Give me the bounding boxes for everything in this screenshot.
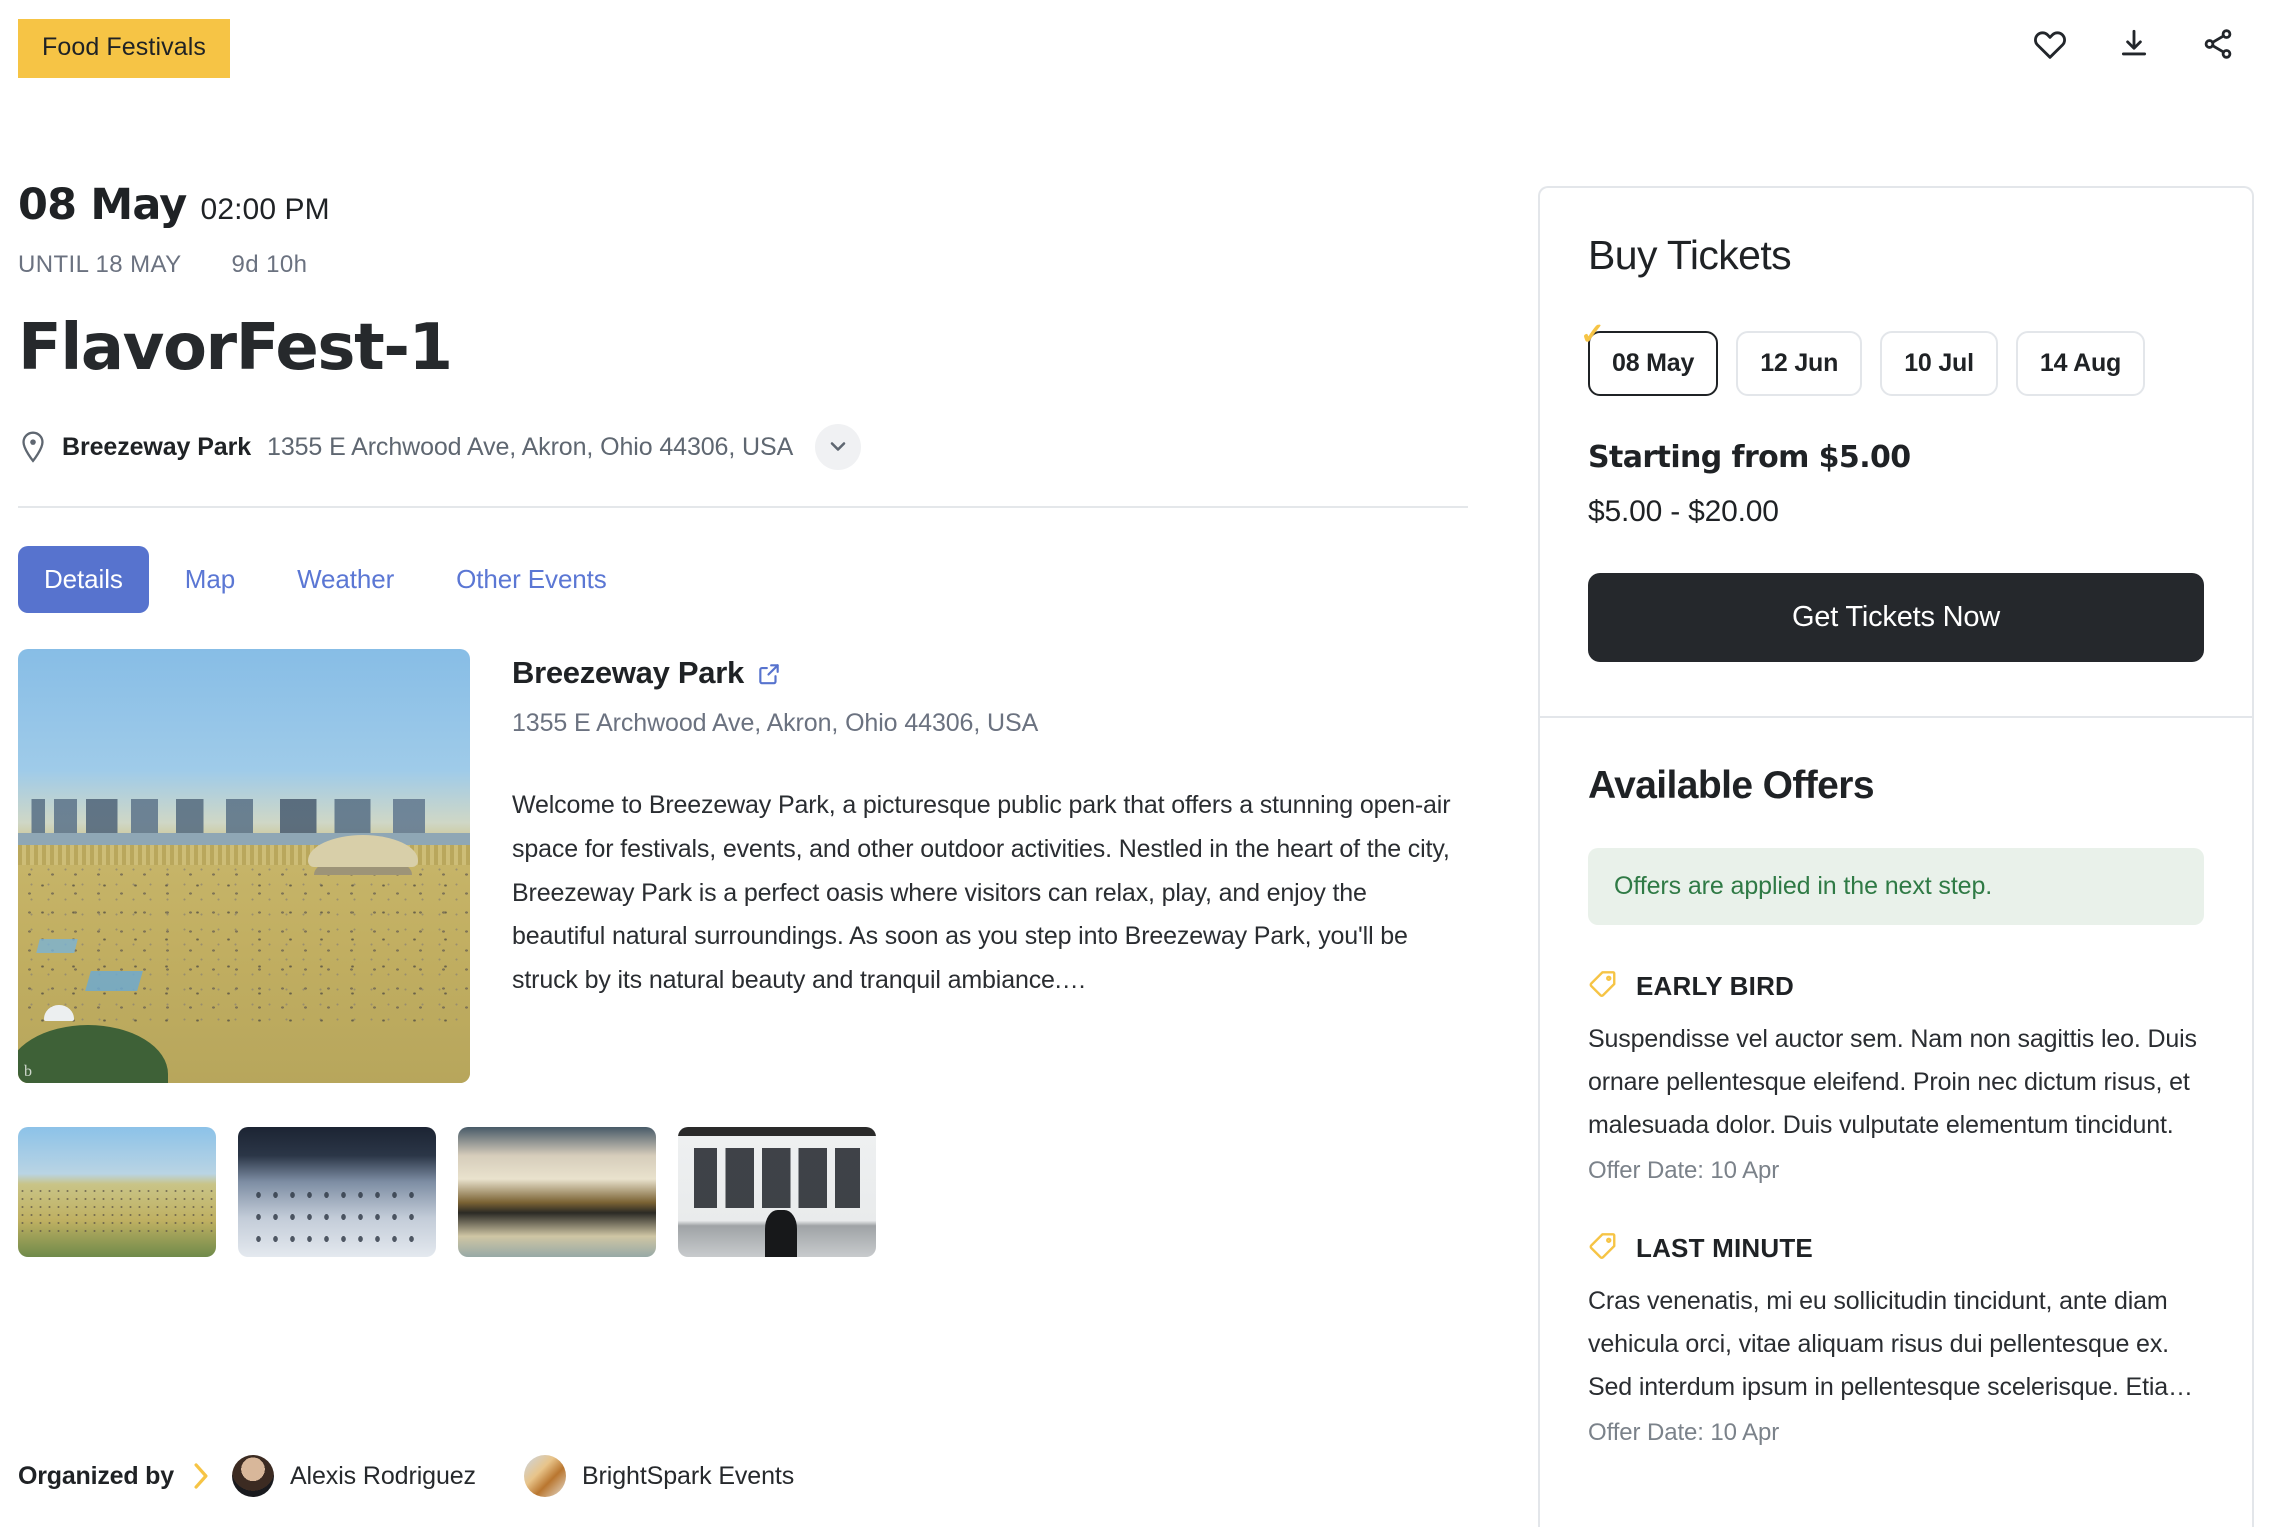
share-icon [2201, 27, 2235, 61]
starting-price: Starting from $5.00 [1588, 440, 1911, 475]
heart-icon [2033, 27, 2067, 61]
download-button[interactable] [2112, 22, 2156, 66]
date-chip-14-aug[interactable]: 14 Aug [2015, 331, 2146, 396]
offer-name: EARLY BIRD [1636, 971, 1795, 1001]
organizer-row: Organized by Alexis Rodriguez BrightSpar… [18, 1455, 842, 1497]
date-chip-label: 10 Jul [1904, 349, 1974, 377]
offer-date: Offer Date: 10 Apr [1588, 1157, 1780, 1184]
thumbnail-park-aerial[interactable] [18, 1127, 216, 1258]
external-link-icon[interactable] [756, 659, 782, 687]
date-chip-label: 12 Jun [1760, 349, 1839, 377]
date-chip-label: 08 May [1612, 349, 1695, 377]
hero-skyline [18, 799, 470, 834]
event-time: 02:00 PM [200, 193, 330, 226]
price-range: $5.00 - $20.00 [1588, 495, 1779, 528]
tab-details[interactable]: Details [18, 546, 149, 614]
check-icon: ✓ [1580, 318, 1605, 351]
topbar-actions [2028, 22, 2240, 66]
organizer-label: Organized by [18, 1461, 174, 1490]
available-offers-section: Available Offers Offers are applied in t… [1540, 718, 2252, 1487]
venue-info: Breezeway Park 1355 E Archwood Ave, Akro… [512, 649, 1468, 1083]
available-offers-title: Available Offers [1588, 764, 1875, 807]
organizer-person-1[interactable]: Alexis Rodriguez [231, 1455, 476, 1497]
venue-address: 1355 E Archwood Ave, Akron, Ohio 44306, … [267, 432, 794, 461]
date-chip-10-jul[interactable]: 10 Jul [1880, 331, 1998, 396]
image-watermark: b [24, 1063, 32, 1081]
page-title: FlavorFest-1 [18, 311, 453, 385]
thumbnail-painting-capitol[interactable] [458, 1127, 656, 1258]
event-date-row: 08 May 02:00 PM [18, 180, 1468, 234]
offer-header: LAST MINUTE [1588, 1231, 2204, 1266]
main-content: 08 May 02:00 PM UNTIL 18 MAY 9d 10h Flav… [18, 180, 1468, 1258]
ticket-date-selector: ✓ 08 May 12 Jun 10 Jul 14 Aug [1580, 320, 2204, 396]
offer-description: Suspendisse vel auctor sem. Nam non sagi… [1588, 1025, 2197, 1139]
date-chip-label: 14 Aug [2039, 349, 2122, 377]
offer-header: EARLY BIRD [1588, 969, 2204, 1004]
chevron-right-icon [190, 1460, 212, 1492]
tab-other-events[interactable]: Other Events [430, 546, 633, 613]
venue-description: Welcome to Breezeway Park, a picturesque… [512, 791, 1451, 995]
hero-crowd [18, 865, 470, 1024]
offer-item-early-bird: EARLY BIRD Suspendisse vel auctor sem. N… [1588, 969, 2204, 1185]
image-thumbnail-strip [18, 1127, 1468, 1258]
category-badge[interactable]: Food Festivals [18, 19, 230, 78]
date-chip-08-may[interactable]: ✓ 08 May [1580, 320, 1719, 396]
share-button[interactable] [2196, 22, 2240, 66]
favorite-button[interactable] [2028, 22, 2072, 66]
event-date: 08 May [18, 180, 187, 230]
venue-title-row: Breezeway Park [512, 655, 1468, 691]
offer-item-last-minute: LAST MINUTE Cras venenatis, mi eu sollic… [1588, 1231, 2204, 1447]
offer-name: LAST MINUTE [1636, 1233, 1813, 1263]
venue-hero-image[interactable]: b [18, 649, 470, 1084]
thumbnail-convention-hall[interactable] [238, 1127, 436, 1258]
event-detail-page: Food Festivals 08 May 02:00 PM UNTIL 18 … [0, 0, 2270, 1527]
top-bar: Food Festivals [0, 0, 2270, 92]
download-icon [2117, 27, 2151, 61]
venue-detail-address: 1355 E Archwood Ave, Akron, Ohio 44306, … [512, 709, 1039, 738]
hero-tarp [85, 971, 143, 992]
hero-tarp-2 [36, 939, 78, 954]
section-divider [18, 506, 1468, 509]
tab-map[interactable]: Map [159, 546, 261, 613]
ticket-sidebar: Buy Tickets ✓ 08 May 12 Jun 10 Jul 14 Au… [1538, 186, 2254, 1527]
offer-description: Cras venenatis, mi eu sollicitudin tinci… [1588, 1287, 2193, 1401]
detail-tabs: Details Map Weather Other Events [18, 546, 1468, 614]
location-pin-icon [18, 430, 48, 464]
avatar [231, 1455, 274, 1497]
organizer-person-2[interactable]: BrightSpark Events [523, 1455, 795, 1497]
offer-date: Offer Date: 10 Apr [1588, 1419, 1780, 1446]
offers-note: Offers are applied in the next step. [1588, 848, 2204, 925]
tag-icon [1588, 1231, 1618, 1266]
event-until: UNTIL 18 MAY [18, 251, 182, 278]
venue-name: Breezeway Park [62, 432, 252, 461]
thumbnail-gallery-visitor[interactable] [678, 1127, 876, 1258]
date-chip-12-jun[interactable]: 12 Jun [1736, 331, 1863, 396]
tab-weather[interactable]: Weather [271, 546, 420, 613]
buy-tickets-section: Buy Tickets ✓ 08 May 12 Jun 10 Jul 14 Au… [1540, 188, 2252, 716]
venue-detail-title: Breezeway Park [512, 655, 744, 691]
event-until-row: UNTIL 18 MAY 9d 10h [18, 251, 1468, 279]
tag-icon [1588, 969, 1618, 1004]
venue-row: Breezeway Park 1355 E Archwood Ave, Akro… [18, 424, 1468, 471]
buy-tickets-title: Buy Tickets [1588, 232, 1792, 278]
details-panel: b Breezeway Park 1355 E Archwood Ave, Ak… [18, 649, 1468, 1084]
organizer-name-2: BrightSpark Events [581, 1461, 795, 1490]
chevron-down-icon [826, 434, 850, 461]
get-tickets-button[interactable]: Get Tickets Now [1588, 573, 2204, 662]
avatar [523, 1455, 566, 1497]
event-duration: 9d 10h [231, 251, 308, 278]
venue-expand-button[interactable] [815, 424, 862, 471]
organizer-name-1: Alexis Rodriguez [289, 1461, 476, 1490]
